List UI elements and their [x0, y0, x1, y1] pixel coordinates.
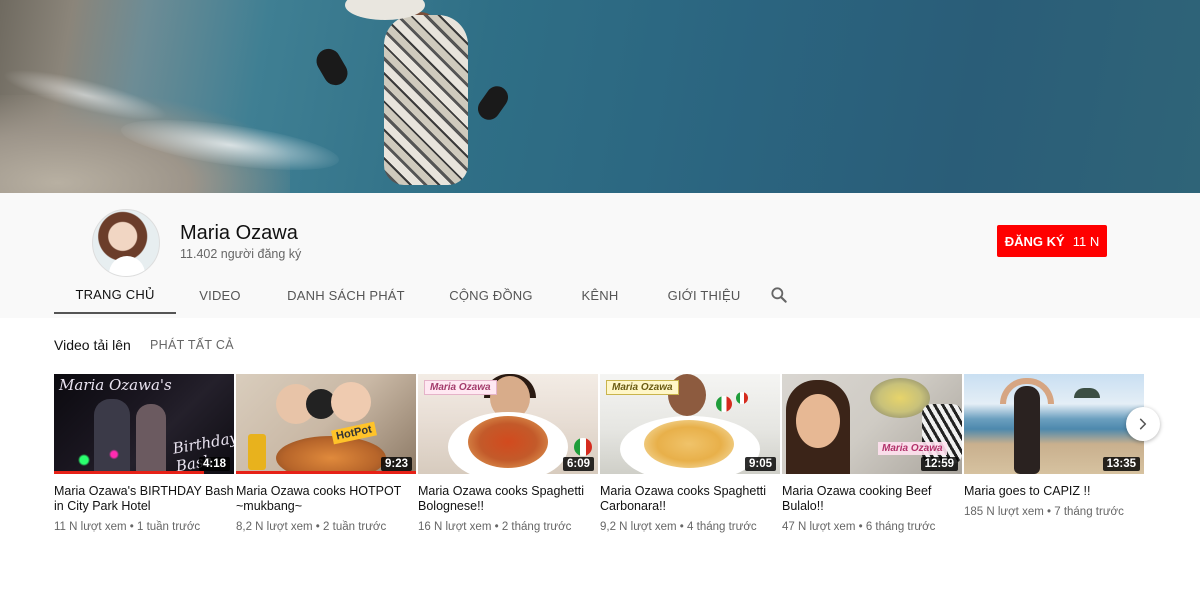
thumb-lights	[54, 446, 154, 474]
video-age: 4 tháng trước	[687, 521, 757, 533]
video-card[interactable]: HotPot 9:23 Maria Ozawa cooks HOTPOT ~mu…	[236, 374, 416, 533]
thumb-pasta	[644, 420, 734, 468]
video-views: 11 N lượt xem	[54, 521, 127, 533]
thumb-island	[1074, 388, 1100, 398]
italy-heart-icon	[716, 396, 732, 412]
video-duration: 12:59	[920, 457, 958, 471]
tab-label: KÊNH	[581, 287, 619, 303]
video-card[interactable]: Maria Ozawa 9:05 Maria Ozawa cooks Spagh…	[600, 374, 780, 533]
meta-separator: •	[129, 521, 134, 533]
thumb-pasta	[468, 416, 548, 468]
video-duration: 6:09	[562, 457, 594, 471]
video-title[interactable]: Maria Ozawa cooking Beef Bulalo!!	[782, 484, 962, 514]
thumb-person	[1014, 386, 1040, 474]
video-card[interactable]: Maria Ozawa's Birthday Bash 4:18 Maria O…	[54, 374, 234, 533]
tab-community[interactable]: CỘNG ĐỒNG	[431, 276, 551, 314]
video-age: 6 tháng trước	[865, 521, 936, 533]
meta-separator: •	[679, 521, 684, 533]
italy-heart-icon	[736, 392, 748, 404]
video-title[interactable]: Maria Ozawa cooks HOTPOT ~mukbang~	[236, 484, 416, 514]
video-thumbnail[interactable]: Maria Ozawa's Birthday Bash 4:18	[54, 374, 234, 474]
video-duration: 4:18	[198, 457, 230, 471]
video-age: 1 tuần trước	[136, 521, 201, 533]
section-title[interactable]: Video tải lên	[54, 337, 131, 353]
tab-label: VIDEO	[199, 287, 241, 303]
video-card[interactable]: Maria Ozawa 6:09 Maria Ozawa cooks Spagh…	[418, 374, 598, 533]
video-age: 2 tháng trước	[501, 521, 572, 533]
video-meta: 185 N lượt xem • 7 tháng trước	[964, 506, 1144, 518]
video-views: 185 N lượt xem	[964, 506, 1044, 518]
channel-header: Maria Ozawa 11.402 người đăng ký ĐĂNG KÝ…	[0, 193, 1200, 318]
video-thumbnail[interactable]: Maria Ozawa 12:59	[782, 374, 962, 474]
channel-banner	[0, 0, 1200, 193]
banner-shoe	[312, 44, 352, 90]
watch-progress	[236, 471, 416, 474]
video-shelf: Maria Ozawa's Birthday Bash 4:18 Maria O…	[54, 374, 1146, 554]
meta-separator: •	[1047, 506, 1052, 518]
tab-playlists[interactable]: DANH SÁCH PHÁT	[269, 276, 423, 314]
thumb-can	[248, 434, 266, 470]
video-card[interactable]: 13:35 Maria goes to CAPIZ !! 185 N lượt …	[964, 374, 1144, 518]
meta-separator: •	[858, 521, 863, 533]
video-thumbnail[interactable]: 13:35	[964, 374, 1144, 474]
banner-figure-dress	[384, 15, 468, 185]
thumb-hotpot	[276, 436, 386, 474]
video-duration: 13:35	[1102, 457, 1140, 471]
banner-shoe	[473, 81, 513, 125]
video-thumbnail[interactable]: HotPot 9:23	[236, 374, 416, 474]
thumb-bowl	[870, 378, 930, 418]
tab-videos[interactable]: VIDEO	[176, 276, 264, 314]
thumb-overlay-text: Maria Ozawa	[424, 380, 497, 395]
video-meta: 11 N lượt xem • 1 tuần trước	[54, 521, 234, 533]
subscriber-count: 11.402 người đăng ký	[180, 247, 302, 261]
tab-home[interactable]: TRANG CHỦ	[54, 276, 176, 314]
video-views: 9,2 N lượt xem	[600, 521, 677, 533]
video-views: 47 N lượt xem	[782, 521, 856, 533]
channel-page: Maria Ozawa 11.402 người đăng ký ĐĂNG KÝ…	[0, 0, 1200, 590]
thumb-zebra	[922, 404, 962, 464]
video-views: 8,2 N lượt xem	[236, 521, 313, 533]
play-all-button[interactable]: PHÁT TẤT CẢ	[150, 338, 234, 352]
chevron-right-icon	[1139, 418, 1147, 430]
video-views: 16 N lượt xem	[418, 521, 492, 533]
thumb-overlay-text: Maria Ozawa	[606, 380, 679, 395]
tab-label: GIỚI THIỆU	[667, 287, 741, 303]
subscribe-label: ĐĂNG KÝ	[1004, 233, 1065, 249]
watch-progress	[54, 471, 204, 474]
tab-label: CỘNG ĐỒNG	[449, 287, 533, 303]
video-duration: 9:05	[744, 457, 776, 471]
video-thumbnail[interactable]: Maria Ozawa 9:05	[600, 374, 780, 474]
tab-channels[interactable]: KÊNH	[559, 276, 641, 314]
video-meta: 16 N lượt xem • 2 tháng trước	[418, 521, 598, 533]
video-meta: 9,2 N lượt xem • 4 tháng trước	[600, 521, 780, 533]
avatar-shirt	[109, 256, 145, 276]
tab-label: TRANG CHỦ	[75, 286, 155, 302]
thumb-overlay-text: Maria Ozawa's	[59, 376, 172, 394]
video-age: 2 tuần trước	[323, 521, 387, 533]
video-title[interactable]: Maria Ozawa's BIRTHDAY Bash in City Park…	[54, 484, 234, 514]
video-meta: 47 N lượt xem • 6 tháng trước	[782, 521, 962, 533]
meta-separator: •	[494, 521, 499, 533]
video-duration: 9:23	[380, 457, 412, 471]
video-card[interactable]: Maria Ozawa 12:59 Maria Ozawa cooking Be…	[782, 374, 962, 533]
channel-avatar[interactable]	[92, 209, 160, 277]
thumb-face	[796, 394, 840, 448]
italy-flag-icon	[574, 438, 592, 456]
search-icon[interactable]	[769, 285, 789, 305]
thumb-overlay-text: Maria Ozawa	[878, 442, 947, 455]
video-age: 7 tháng trước	[1054, 506, 1124, 518]
channel-name: Maria Ozawa	[180, 222, 298, 244]
thumb-person	[331, 382, 371, 422]
video-meta: 8,2 N lượt xem • 2 tuần trước	[236, 521, 416, 533]
subscribe-button[interactable]: ĐĂNG KÝ 11 N	[997, 225, 1107, 257]
video-thumbnail[interactable]: Maria Ozawa 6:09	[418, 374, 598, 474]
shelf-next-button[interactable]	[1126, 407, 1160, 441]
tab-label: DANH SÁCH PHÁT	[287, 287, 405, 303]
channel-tabs: TRANG CHỦ VIDEO DANH SÁCH PHÁT CỘNG ĐỒNG…	[54, 276, 759, 314]
video-title[interactable]: Maria Ozawa cooks Spaghetti Carbonara!!	[600, 484, 780, 514]
video-title[interactable]: Maria Ozawa cooks Spaghetti Bolognese!!	[418, 484, 598, 514]
tab-about[interactable]: GIỚI THIỆU	[649, 276, 759, 314]
meta-separator: •	[315, 521, 320, 533]
subscribe-count: 11 N	[1072, 233, 1100, 249]
